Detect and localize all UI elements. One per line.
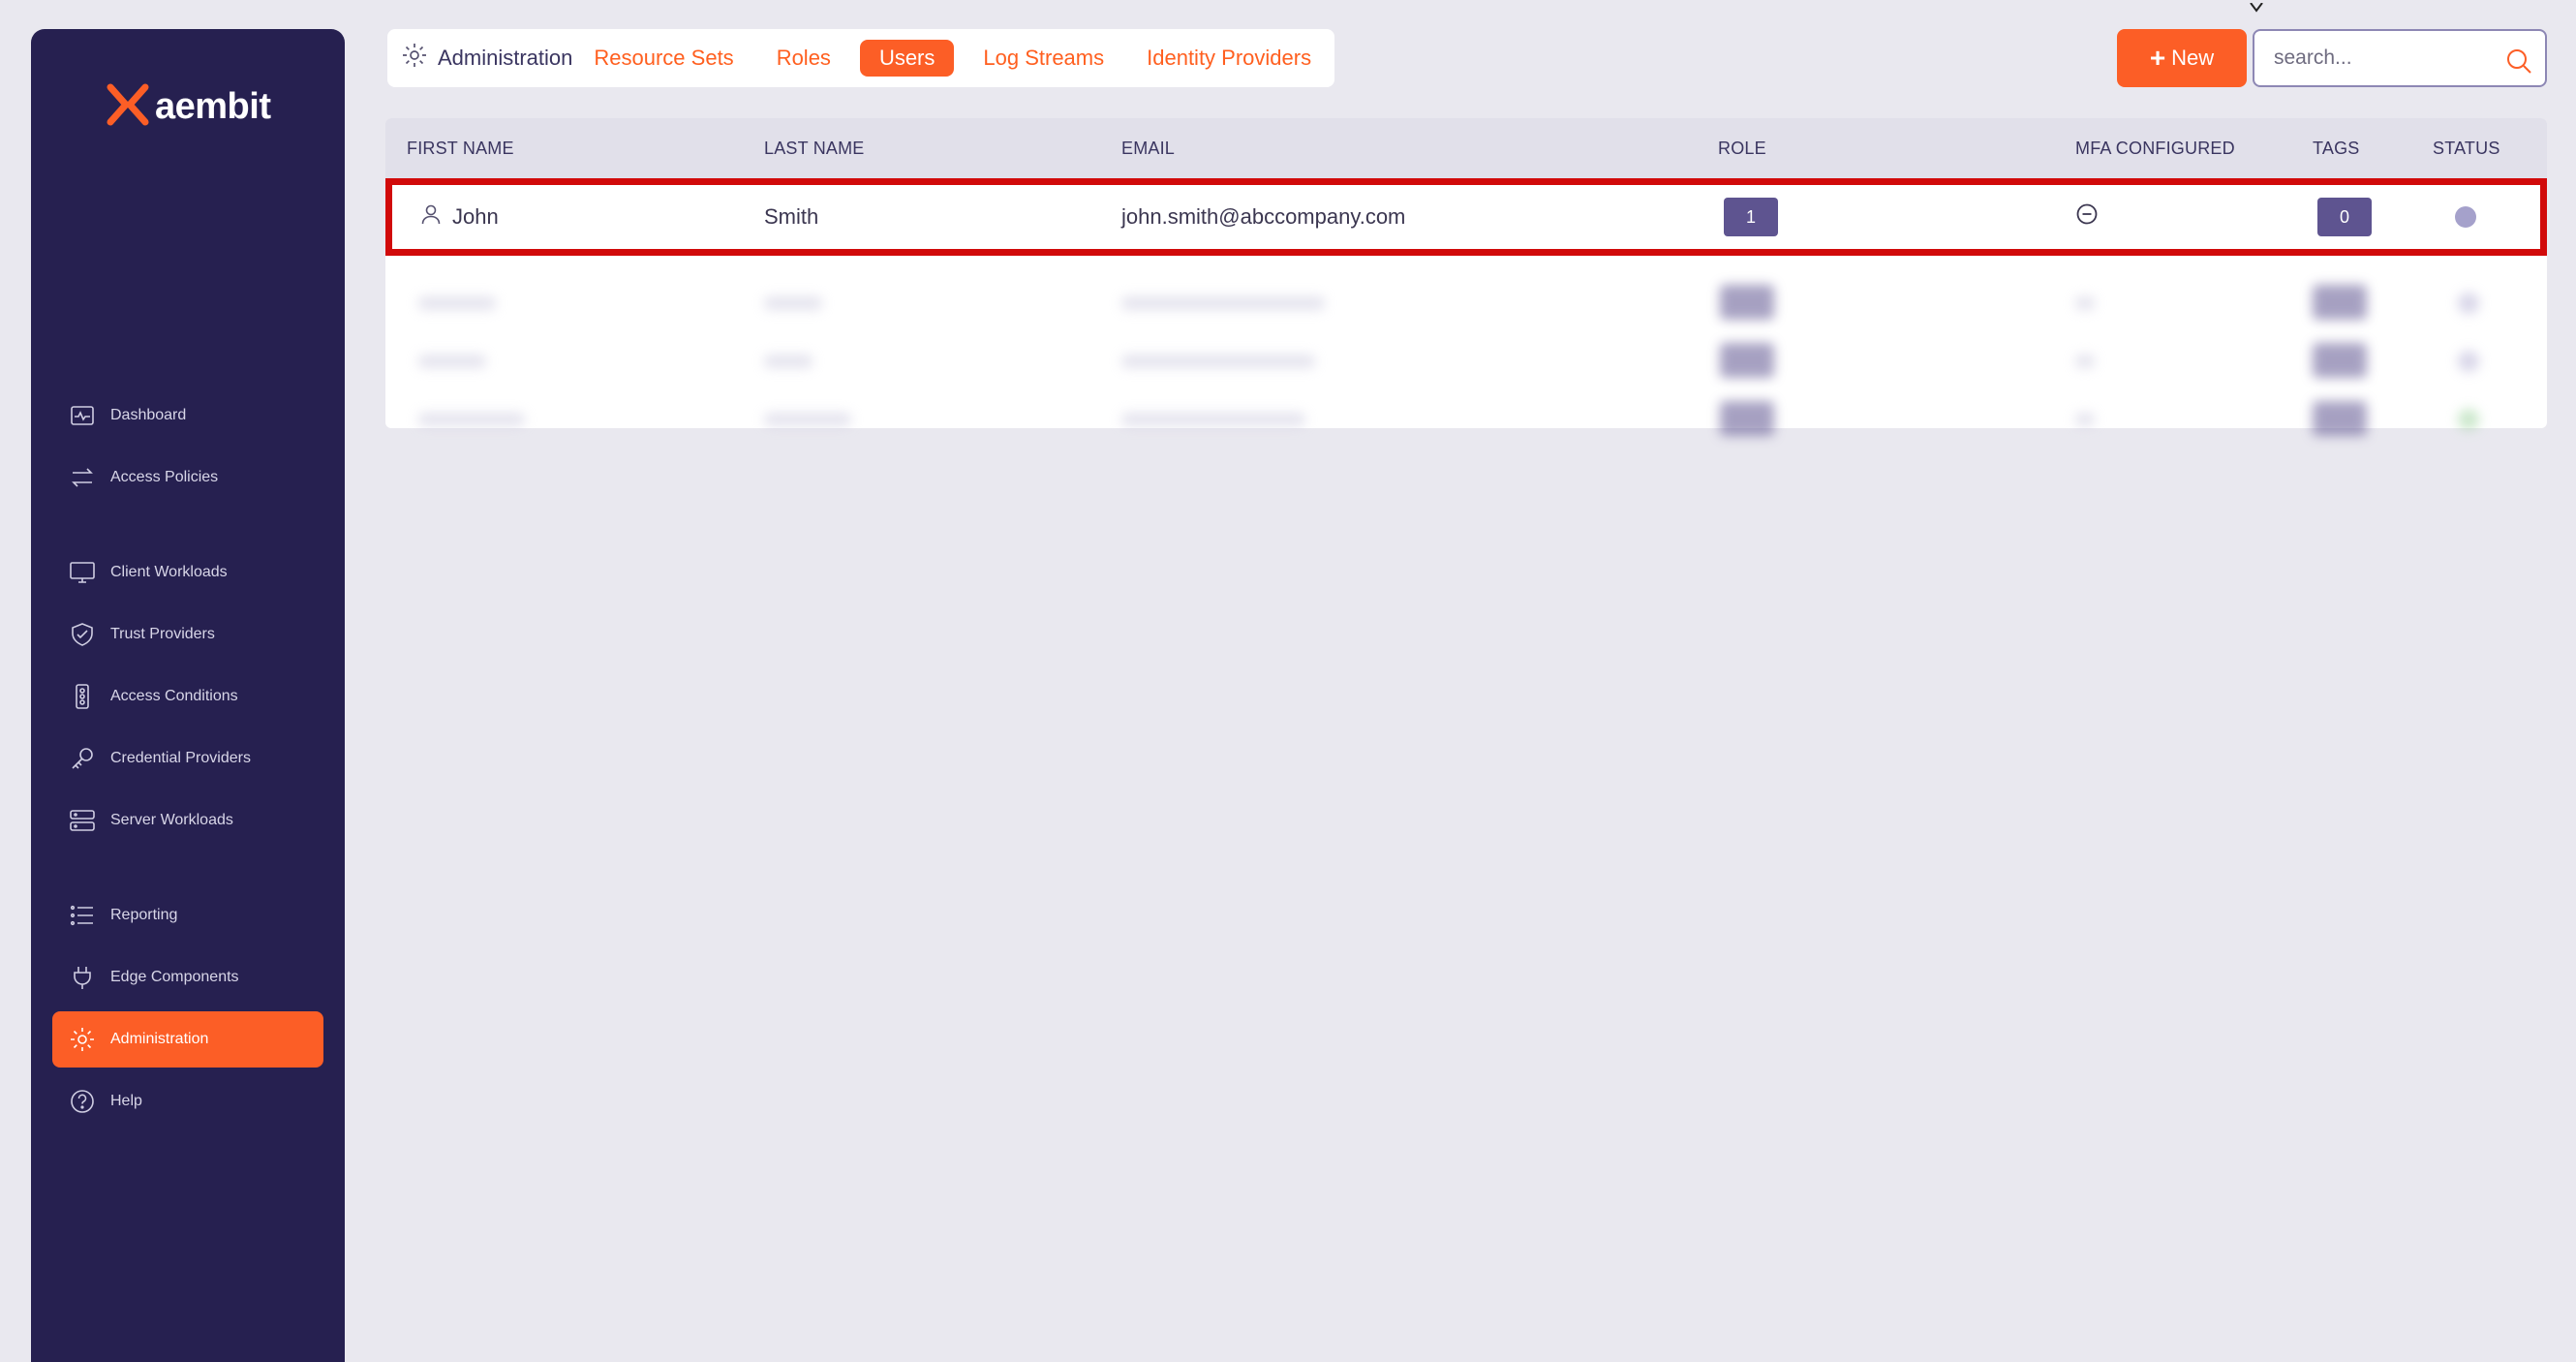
gear-icon [68, 1025, 97, 1054]
column-header-role[interactable]: ROLE [1718, 118, 1766, 178]
search-input[interactable] [2274, 46, 2506, 70]
tags-count-badge[interactable]: 0 [2317, 198, 2372, 236]
search-box [2253, 29, 2547, 87]
sidebar-item-label: Administration [110, 1031, 209, 1047]
sidebar-item-server-workloads[interactable]: Server Workloads [52, 792, 323, 849]
blurred-row [385, 389, 2547, 448]
user-icon [419, 202, 452, 232]
tab-users[interactable]: Users [859, 40, 955, 77]
tab-roles[interactable]: Roles [755, 40, 852, 77]
sidebar-item-access-conditions[interactable]: Access Conditions [52, 668, 323, 725]
sidebar-item-label: Access Policies [110, 469, 219, 485]
role-count-badge[interactable]: 1 [1724, 198, 1778, 236]
sidebar-item-label: Reporting [110, 907, 178, 923]
sidebar-item-label: Credential Providers [110, 750, 251, 766]
column-header-status[interactable]: STATUS [2433, 118, 2500, 178]
column-header-first-name[interactable]: FIRST NAME [407, 118, 514, 178]
blurred-row [385, 331, 2547, 389]
list-icon [68, 901, 97, 930]
section-title: Administration [401, 29, 572, 87]
sidebar-item-label: Help [110, 1093, 142, 1109]
column-header-last-name[interactable]: LAST NAME [764, 118, 865, 178]
tab-resource-sets[interactable]: Resource Sets [572, 40, 754, 77]
sidebar-item-trust-providers[interactable]: Trust Providers [52, 606, 323, 663]
new-button-label: New [2171, 46, 2215, 70]
plug-icon [68, 963, 97, 992]
first-name-cell: John [419, 185, 499, 249]
sidebar-item-label: Access Conditions [110, 688, 238, 704]
new-button[interactable]: + New [2117, 29, 2247, 87]
key-icon [68, 744, 97, 773]
mouse-cursor-icon [2249, 0, 2264, 13]
column-header-tags[interactable]: TAGS [2313, 118, 2359, 178]
dashboard-icon [68, 401, 97, 430]
blurred-row [385, 273, 2547, 331]
aembit-logo-icon [105, 81, 151, 133]
tab-log-streams[interactable]: Log Streams [962, 40, 1125, 77]
sidebar-item-client-workloads[interactable]: Client Workloads [52, 544, 323, 601]
sidebar-item-credential-providers[interactable]: Credential Providers [52, 730, 323, 787]
sidebar-item-edge-components[interactable]: Edge Components [52, 949, 323, 1006]
mfa-cell [2075, 185, 2099, 249]
shield-check-icon [68, 620, 97, 649]
status-indicator [2455, 206, 2476, 228]
monitor-icon [68, 558, 97, 587]
sidebar-item-administration[interactable]: Administration [52, 1011, 323, 1068]
app-root: aembit Dashboard Access Policies Client … [0, 0, 2576, 1362]
table-header: FIRST NAME LAST NAME EMAIL ROLE MFA CONF… [385, 118, 2547, 178]
column-header-email[interactable]: EMAIL [1121, 118, 1175, 178]
last-name-cell: Smith [764, 204, 819, 229]
sidebar-item-label: Dashboard [110, 407, 187, 423]
arrows-exchange-icon [68, 463, 97, 492]
minus-circle-icon [2075, 202, 2099, 232]
search-icon[interactable] [2504, 46, 2533, 76]
role-cell: 1 [1724, 185, 1778, 249]
users-table: FIRST NAME LAST NAME EMAIL ROLE MFA CONF… [385, 118, 2547, 436]
tags-cell: 0 [2317, 185, 2372, 249]
table-row[interactable]: John Smith john.smith@abccompany.com 1 0 [385, 178, 2547, 256]
tab-identity-providers[interactable]: Identity Providers [1125, 40, 1333, 77]
section-title-label: Administration [438, 46, 573, 70]
sidebar-item-dashboard[interactable]: Dashboard [52, 387, 323, 444]
sidebar-item-access-policies[interactable]: Access Policies [52, 449, 323, 506]
brand-logo[interactable]: aembit [105, 56, 279, 157]
sidebar-item-reporting[interactable]: Reporting [52, 887, 323, 944]
admin-tab-bar: Administration Resource Sets Roles Users… [387, 29, 1334, 87]
status-cell [2455, 185, 2476, 249]
server-icon [68, 806, 97, 835]
traffic-light-icon [68, 682, 97, 711]
sidebar-item-help[interactable]: Help [52, 1073, 323, 1130]
column-header-mfa-configured[interactable]: MFA CONFIGURED [2075, 118, 2235, 178]
gear-icon [401, 42, 438, 75]
first-name-value: John [452, 204, 499, 229]
help-circle-icon [68, 1087, 97, 1116]
plus-icon: + [2149, 43, 2166, 73]
sidebar-item-label: Server Workloads [110, 812, 233, 828]
email-cell: john.smith@abccompany.com [1121, 204, 1406, 229]
sidebar-item-label: Edge Components [110, 969, 239, 985]
brand-name: aembit [155, 85, 271, 127]
sidebar-item-label: Client Workloads [110, 564, 228, 580]
sidebar-item-label: Trust Providers [110, 626, 215, 642]
sidebar: aembit Dashboard Access Policies Client … [31, 29, 345, 1362]
